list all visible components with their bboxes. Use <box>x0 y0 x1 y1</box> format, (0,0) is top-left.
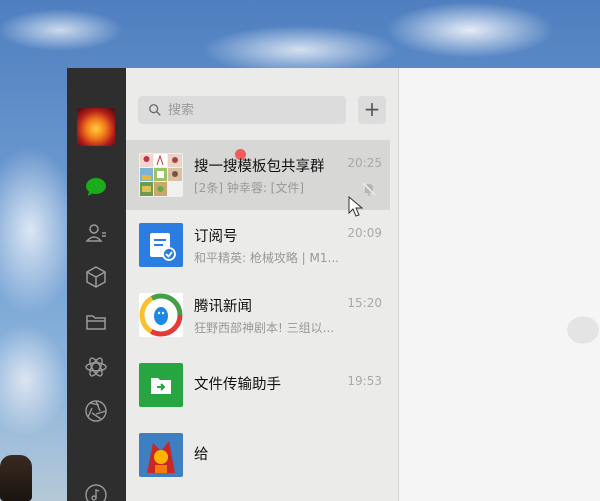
chat-time: 15:20 <box>347 296 382 310</box>
chat-item-subscriptions[interactable]: 订阅号 20:09 和平精英: 枪械攻略 | M1... <box>126 210 390 280</box>
add-button[interactable]: + <box>358 96 386 124</box>
chat-bubble-icon[interactable] <box>81 172 111 202</box>
chat-preview: 和平精英: 枪械攻略 | M1... <box>194 251 339 265</box>
user-avatar[interactable] <box>77 108 115 146</box>
wechat-logo-icon <box>567 316 599 344</box>
mouse-cursor-icon <box>348 196 364 217</box>
search-box[interactable] <box>138 96 346 124</box>
chat-name: 给 <box>194 447 209 463</box>
search-input[interactable] <box>168 102 338 118</box>
chat-name: 订阅号 <box>194 229 238 245</box>
wechat-window: + 搜一搜模板包共享群 20:25 [2条] 钟幸蓉: <box>67 68 600 501</box>
chat-item-tencent-news[interactable]: 腾讯新闻 15:20 狂野西部神剧本! 三组以... <box>126 280 390 350</box>
nav-rail <box>67 68 126 501</box>
search-icon <box>149 104 161 116</box>
tencent-news-icon <box>139 293 183 337</box>
chat-preview: [2条] 钟幸蓉: [文件] <box>194 181 305 195</box>
chat-name: 腾讯新闻 <box>194 299 252 315</box>
aperture-icon[interactable] <box>81 396 111 426</box>
music-icon[interactable] <box>81 480 111 501</box>
atom-icon[interactable] <box>81 352 111 382</box>
chat-item-file-transfer[interactable]: 文件传输助手 19:53 <box>126 350 390 420</box>
cube-icon[interactable] <box>81 262 111 292</box>
chat-time: 20:25 <box>347 156 382 170</box>
chat-list-panel: + 搜一搜模板包共享群 20:25 [2条] 钟幸蓉: <box>126 68 456 501</box>
folder-icon[interactable] <box>81 307 111 337</box>
chat-name: 搜一搜模板包共享群 <box>194 159 325 175</box>
contact-avatar <box>139 433 183 477</box>
group-avatar <box>139 153 183 197</box>
subscription-icon <box>139 223 183 267</box>
chat-preview: 狂野西部神剧本! 三组以... <box>194 321 335 335</box>
file-transfer-icon <box>139 363 183 407</box>
chat-time: 19:53 <box>347 374 382 388</box>
contacts-icon[interactable] <box>81 218 111 248</box>
mute-bell-icon <box>362 182 376 196</box>
search-row: + <box>138 96 388 124</box>
chat-item-contact[interactable]: 给 <box>126 420 390 490</box>
wallpaper-person <box>0 455 32 501</box>
chat-time: 20:09 <box>347 226 382 240</box>
chat-name: 文件传输助手 <box>194 377 281 393</box>
main-pane <box>400 68 600 501</box>
